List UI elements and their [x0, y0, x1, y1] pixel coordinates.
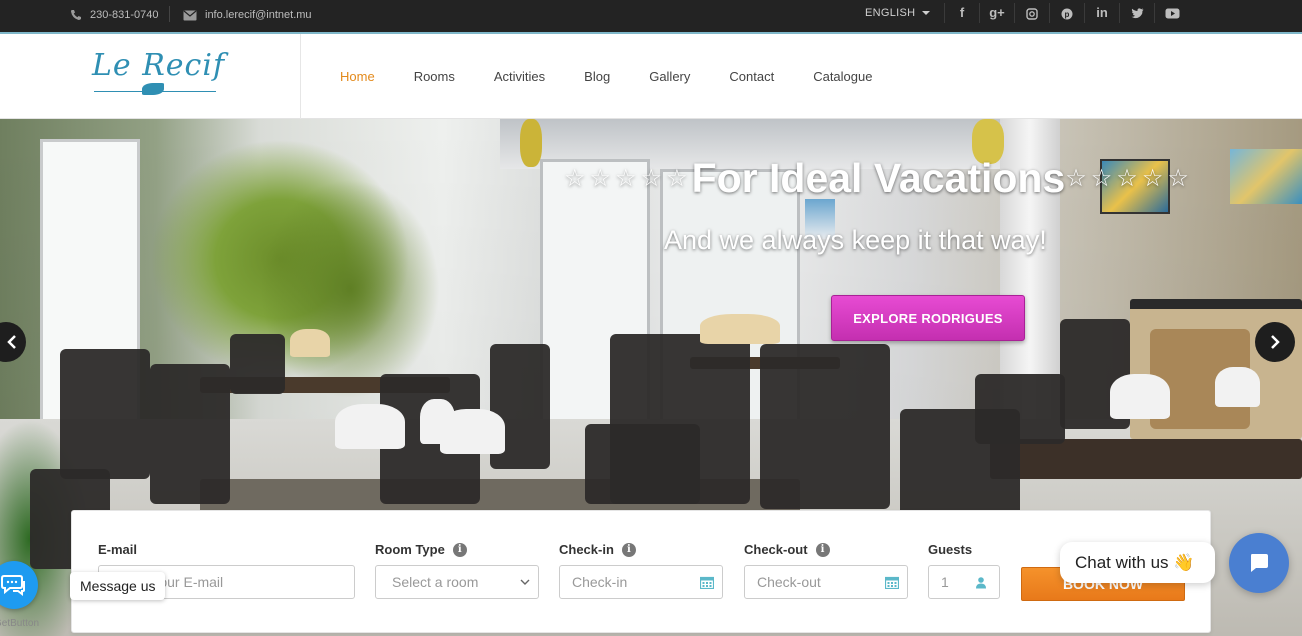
- folded-napkin: [440, 409, 505, 454]
- chair: [585, 424, 700, 504]
- star-icon: ☆☆☆☆☆: [564, 165, 692, 192]
- chat-launcher-button[interactable]: [1229, 533, 1289, 593]
- chair: [150, 364, 230, 504]
- phone-icon: [71, 10, 81, 20]
- linkedin-icon[interactable]: in: [1084, 3, 1119, 23]
- instagram-icon[interactable]: [1014, 3, 1049, 23]
- chat-with-us-label[interactable]: Chat with us 👋: [1060, 542, 1215, 583]
- booking-form: E-mail Enter your E-mail Room Type i Sele…: [71, 510, 1211, 633]
- info-icon[interactable]: i: [452, 542, 467, 557]
- getbutton-branding[interactable]: GetButton: [0, 618, 39, 629]
- chevron-left-icon: [7, 335, 16, 349]
- folded-napkin: [1110, 374, 1170, 419]
- guests-input[interactable]: 1: [928, 565, 1000, 599]
- email-contact[interactable]: info.lerecif@intnet.mu: [183, 0, 312, 30]
- nav-gallery[interactable]: Gallery: [649, 69, 690, 84]
- slider-next-button[interactable]: [1255, 322, 1295, 362]
- language-label: ENGLISH: [865, 7, 916, 19]
- site-header: Le Recif Home Rooms Activities Blog Gall…: [0, 34, 1302, 119]
- checkin-label: Check-in i: [559, 542, 636, 557]
- youtube-icon[interactable]: [1154, 3, 1189, 23]
- checkout-label: Check-out i: [744, 542, 830, 557]
- fish-icon: [142, 83, 164, 95]
- email-address: info.lerecif@intnet.mu: [205, 9, 312, 21]
- envelope-icon: [183, 10, 197, 20]
- message-us-label[interactable]: Message us: [70, 572, 166, 600]
- hero-title-text: For Ideal Vacations: [691, 155, 1066, 201]
- caret-down-icon: [922, 11, 931, 15]
- chair: [60, 349, 150, 479]
- pinterest-icon[interactable]: p: [1049, 3, 1084, 23]
- nav-catalogue[interactable]: Catalogue: [813, 69, 872, 84]
- chevron-right-icon: [1271, 335, 1280, 349]
- star-icon: ☆☆☆☆☆: [1065, 165, 1193, 192]
- nav-home[interactable]: Home: [340, 69, 375, 84]
- folded-napkin: [290, 329, 330, 357]
- guests-label: Guests: [928, 542, 973, 557]
- hero-title: ☆☆☆☆☆For Ideal Vacations☆☆☆☆☆: [564, 155, 1193, 202]
- calendar-icon: [700, 576, 714, 589]
- checkout-input[interactable]: Check-out: [744, 565, 908, 599]
- social-links: f g+ p in: [944, 0, 1189, 26]
- nav-contact[interactable]: Contact: [729, 69, 774, 84]
- checkout-placeholder: Check-out: [757, 574, 821, 590]
- dining-table: [990, 439, 1302, 479]
- info-icon[interactable]: i: [815, 542, 830, 557]
- svg-text:p: p: [1065, 10, 1070, 19]
- chair: [760, 344, 890, 509]
- main-nav: Home Rooms Activities Blog Gallery Conta…: [340, 34, 911, 119]
- explore-button[interactable]: EXPLORE RODRIGUES: [831, 295, 1025, 341]
- language-selector[interactable]: ENGLISH: [865, 0, 931, 26]
- info-icon[interactable]: i: [621, 542, 636, 557]
- email-label: E-mail: [98, 542, 138, 557]
- google-plus-icon[interactable]: g+: [979, 3, 1014, 23]
- slider-prev-button[interactable]: [0, 322, 26, 362]
- chair: [975, 374, 1065, 444]
- checkin-placeholder: Check-in: [572, 574, 628, 590]
- phone-contact[interactable]: 230-831-0740: [70, 0, 159, 30]
- chair: [230, 334, 285, 394]
- room-type-value: Select a room: [392, 574, 479, 590]
- checkin-input[interactable]: Check-in: [559, 565, 723, 599]
- palm-plant: [260, 179, 440, 399]
- nav-activities[interactable]: Activities: [494, 69, 545, 84]
- chat-bubble-icon: [1251, 554, 1268, 572]
- user-icon: [976, 577, 986, 589]
- folded-napkin: [700, 314, 780, 344]
- nav-blog[interactable]: Blog: [584, 69, 610, 84]
- folded-napkin: [335, 404, 405, 449]
- folded-napkin: [1215, 367, 1260, 407]
- wall-mask: [520, 119, 542, 167]
- phone-number: 230-831-0740: [90, 9, 159, 21]
- guests-value: 1: [941, 574, 949, 590]
- room-type-select[interactable]: Select a room: [375, 565, 539, 599]
- nav-rooms[interactable]: Rooms: [414, 69, 455, 84]
- topbar-divider: [169, 6, 170, 22]
- top-bar: 230-831-0740 info.lerecif@intnet.mu ENGL…: [0, 0, 1302, 34]
- site-logo: Le Recif: [92, 48, 226, 83]
- chevron-down-icon: [520, 579, 530, 585]
- room-type-label: Room Type i: [375, 542, 467, 557]
- twitter-icon[interactable]: [1119, 3, 1154, 23]
- chat-icon: [1, 575, 25, 596]
- calendar-icon: [885, 576, 899, 589]
- facebook-icon[interactable]: f: [944, 3, 979, 23]
- logo-area[interactable]: Le Recif: [0, 34, 301, 119]
- hero-subtitle: And we always keep it that way!: [664, 225, 1047, 255]
- wall-painting: [1230, 149, 1302, 204]
